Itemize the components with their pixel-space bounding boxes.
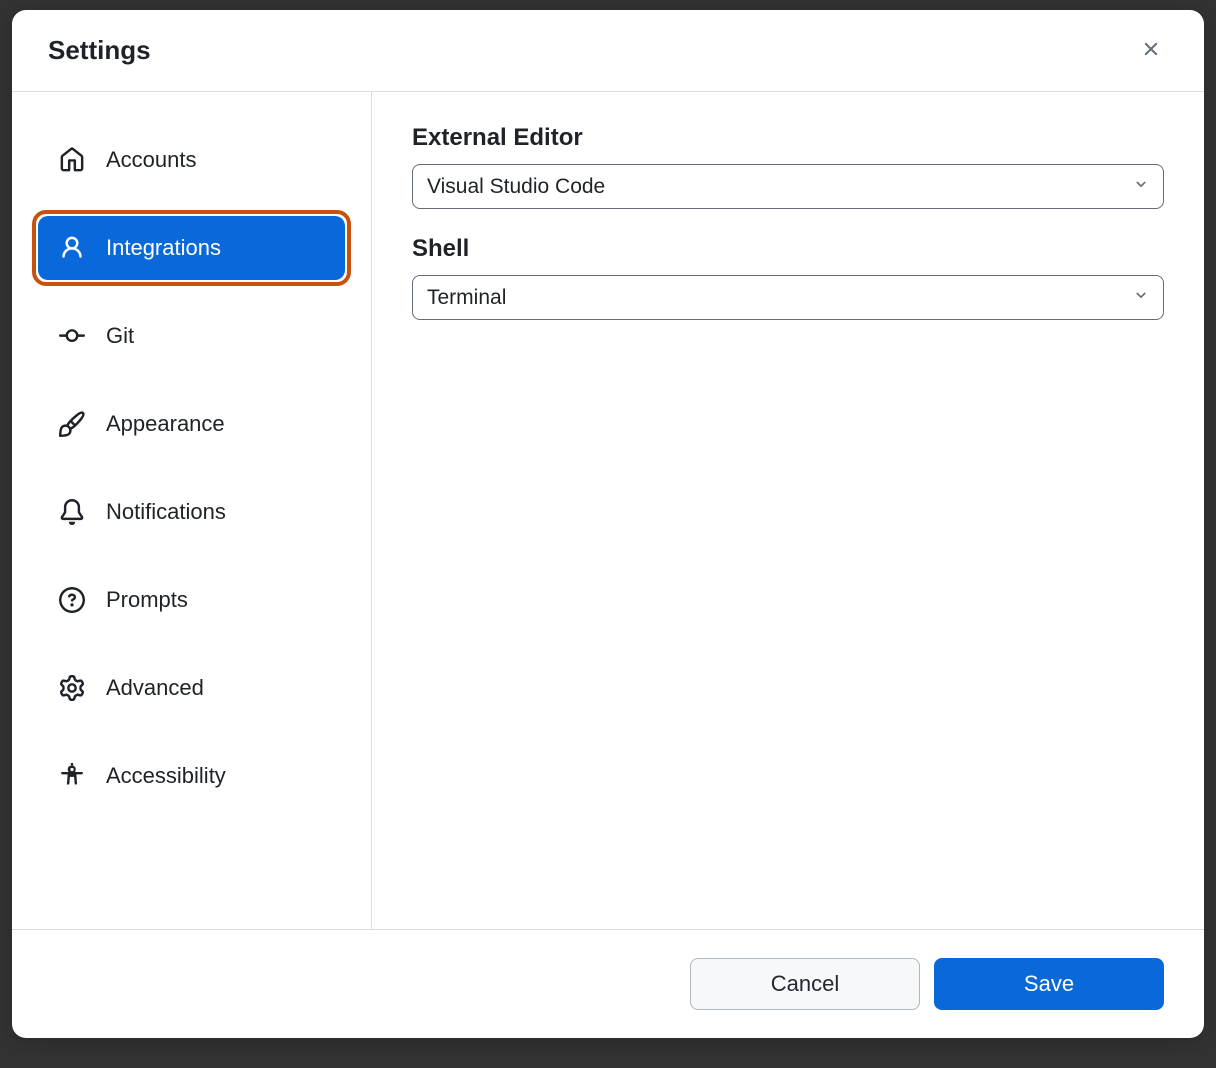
settings-content: External Editor Visual Studio Code Shell… [372,92,1204,929]
external-editor-label: External Editor [412,124,1164,152]
sidebar-item-accessibility[interactable]: Accessibility [38,744,345,808]
sidebar-item-accounts[interactable]: Accounts [38,128,345,192]
accessibility-icon [58,762,86,790]
external-editor-select[interactable]: Visual Studio Code [412,164,1164,209]
shell-select-wrap: Terminal [412,275,1164,320]
sidebar-item-notifications-wrap: Notifications [32,474,351,550]
cancel-button[interactable]: Cancel [690,958,920,1010]
external-editor-group: External Editor Visual Studio Code [412,124,1164,209]
sidebar-item-notifications[interactable]: Notifications [38,480,345,544]
sidebar-item-label: Git [106,323,134,349]
shell-label: Shell [412,235,1164,263]
bell-icon [58,498,86,526]
paintbrush-icon [58,410,86,438]
dialog-body: Accounts Integrations Git [12,92,1204,929]
sidebar-item-advanced[interactable]: Advanced [38,656,345,720]
sidebar-item-integrations[interactable]: Integrations [38,216,345,280]
close-icon [1140,38,1162,63]
sidebar-item-label: Appearance [106,411,225,437]
save-button[interactable]: Save [934,958,1164,1010]
sidebar-item-integrations-wrap: Integrations [32,210,351,286]
sidebar-item-advanced-wrap: Advanced [32,650,351,726]
sidebar-item-appearance-wrap: Appearance [32,386,351,462]
close-button[interactable] [1134,32,1168,69]
sidebar-item-git[interactable]: Git [38,304,345,368]
sidebar-item-prompts[interactable]: Prompts [38,568,345,632]
dialog-footer: Cancel Save [12,929,1204,1038]
sidebar-item-accounts-wrap: Accounts [32,122,351,198]
sidebar-item-label: Accessibility [106,763,226,789]
sidebar-item-label: Accounts [106,147,197,173]
sidebar-item-label: Advanced [106,675,204,701]
shell-group: Shell Terminal [412,235,1164,320]
sidebar-item-appearance[interactable]: Appearance [38,392,345,456]
settings-dialog: Settings Accounts [12,10,1204,1038]
settings-sidebar: Accounts Integrations Git [12,92,372,929]
sidebar-item-label: Integrations [106,235,221,261]
sidebar-item-git-wrap: Git [32,298,351,374]
gear-icon [58,674,86,702]
external-editor-select-wrap: Visual Studio Code [412,164,1164,209]
git-commit-icon [58,322,86,350]
sidebar-item-label: Prompts [106,587,188,613]
dialog-title: Settings [48,35,151,66]
sidebar-item-accessibility-wrap: Accessibility [32,738,351,814]
home-icon [58,146,86,174]
shell-select[interactable]: Terminal [412,275,1164,320]
person-icon [58,234,86,262]
dialog-header: Settings [12,10,1204,92]
question-icon [58,586,86,614]
sidebar-item-label: Notifications [106,499,226,525]
sidebar-item-prompts-wrap: Prompts [32,562,351,638]
